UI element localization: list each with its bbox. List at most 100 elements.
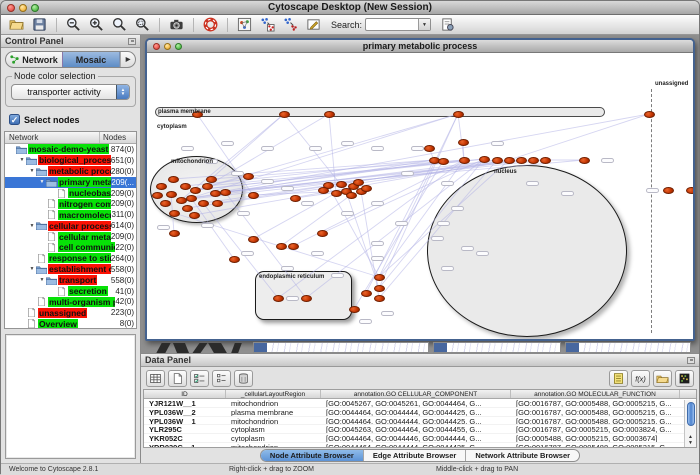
zoom-region-icon[interactable]: [108, 16, 131, 34]
network-node[interactable]: [212, 200, 223, 207]
create-network-icon[interactable]: [256, 16, 279, 34]
network-tree-row[interactable]: nitrogen compo209(0): [5, 198, 136, 209]
network-node[interactable]: [243, 173, 254, 180]
network-node[interactable]: [273, 295, 284, 302]
table-row[interactable]: YJR121W__1mitochondrion[GO:0045267, GO:0…: [144, 399, 696, 408]
network-node[interactable]: [176, 197, 187, 204]
network-node[interactable]: [644, 111, 655, 118]
float-panel-icon[interactable]: [128, 38, 136, 45]
network-tree-row[interactable]: macromolecule311(0): [5, 209, 136, 220]
select-nodes-checkbox[interactable]: ✓: [9, 114, 20, 125]
search-dropdown-arrow-icon[interactable]: ▼: [418, 19, 430, 30]
network-node[interactable]: [317, 230, 328, 237]
network-node[interactable]: [346, 192, 357, 199]
table-row[interactable]: YDR039C__1mitochondrion[GO:0044464, GO:0…: [144, 443, 696, 448]
function-fx-icon[interactable]: f(x): [631, 370, 650, 387]
table-row[interactable]: YPL036W__2plasma membrane[GO:0044464, GO…: [144, 408, 696, 417]
network-tree-row[interactable]: mosaic-demo-yeast874(0): [5, 144, 136, 155]
network-tree-row[interactable]: unassigned223(0): [5, 307, 136, 318]
help-lifebuoy-icon[interactable]: [199, 16, 222, 34]
network-node[interactable]: [186, 195, 197, 202]
network-tree-row[interactable]: secretion41(0): [5, 286, 136, 297]
network-tree-row[interactable]: ▼biological_process651(0): [5, 155, 136, 166]
new-attribute-icon[interactable]: [168, 370, 187, 387]
network-node[interactable]: [540, 157, 551, 164]
network-node[interactable]: [169, 230, 180, 237]
delete-attribute-trash-icon[interactable]: [234, 370, 253, 387]
network-node[interactable]: [276, 243, 287, 250]
network-tree-row[interactable]: response to stimulu264(0): [5, 253, 136, 264]
network-node[interactable]: [459, 157, 470, 164]
network-node[interactable]: [220, 189, 231, 196]
annotation-icon[interactable]: [302, 16, 325, 34]
network-node[interactable]: [152, 192, 163, 199]
expand-arrow-icon[interactable]: ▼: [28, 266, 36, 272]
network-tree-row[interactable]: Overview8(0): [5, 318, 136, 328]
network-tree-row[interactable]: cell communicat22(0): [5, 242, 136, 253]
network-node[interactable]: [248, 236, 259, 243]
network-node[interactable]: [516, 157, 527, 164]
scrollbar-arrows-icon[interactable]: ▲▼: [685, 434, 696, 446]
network-node[interactable]: [248, 192, 259, 199]
network-node[interactable]: [290, 195, 301, 202]
attribute-matrix-icon[interactable]: [675, 370, 694, 387]
notes-icon[interactable]: [609, 370, 628, 387]
search-input[interactable]: ▼: [365, 18, 431, 31]
save-session-icon[interactable]: [28, 16, 51, 34]
tab-mosaic[interactable]: Mosaic: [62, 52, 120, 67]
network-node[interactable]: [168, 176, 179, 183]
column-header-network[interactable]: Network: [5, 132, 99, 143]
zoom-out-icon[interactable]: [62, 16, 85, 34]
network-node[interactable]: [288, 243, 299, 250]
network-node[interactable]: [458, 139, 469, 146]
expand-arrow-icon[interactable]: ▼: [18, 157, 26, 163]
network-node[interactable]: [160, 200, 171, 207]
network-node[interactable]: [156, 183, 167, 190]
network-view-titlebar[interactable]: primary metabolic process: [147, 40, 693, 53]
import-folder-icon[interactable]: [653, 370, 672, 387]
tab-node-attribute-browser[interactable]: Node Attribute Browser: [261, 450, 364, 461]
network-node[interactable]: [374, 274, 385, 281]
expand-arrow-icon[interactable]: ▼: [28, 223, 36, 229]
search-options-icon[interactable]: [436, 16, 459, 34]
network-node[interactable]: [190, 187, 201, 194]
table-row[interactable]: YKR052Ccytoplasm[GO:0044464, GO:0044446,…: [144, 434, 696, 443]
snapshot-camera-icon[interactable]: [165, 16, 188, 34]
network-node[interactable]: [169, 210, 180, 217]
network-node[interactable]: [279, 111, 290, 118]
float-panel-icon[interactable]: [687, 357, 695, 364]
background-window-strip[interactable]: [565, 342, 691, 353]
tab-network-attribute-browser[interactable]: Network Attribute Browser: [466, 450, 579, 461]
zoom-fit-icon[interactable]: [131, 16, 154, 34]
network-node[interactable]: [324, 111, 335, 118]
tab-edge-attribute-browser[interactable]: Edge Attribute Browser: [364, 450, 466, 461]
zoom-in-icon[interactable]: [85, 16, 108, 34]
network-node[interactable]: [182, 205, 193, 212]
column-header[interactable]: _cellularLayoutRegion: [226, 390, 321, 398]
network-node[interactable]: [438, 158, 449, 165]
network-node[interactable]: [361, 185, 372, 192]
network-node[interactable]: [331, 190, 342, 197]
network-node[interactable]: [579, 157, 590, 164]
network-node[interactable]: [206, 176, 217, 183]
network-node[interactable]: [198, 200, 209, 207]
open-file-icon[interactable]: [5, 16, 28, 34]
network-node[interactable]: [210, 190, 221, 197]
table-row[interactable]: YPL036W__1mitochondrion[GO:0044464, GO:0…: [144, 417, 696, 426]
network-node[interactable]: [361, 290, 372, 297]
attribute-list-icon[interactable]: [212, 370, 231, 387]
network-node[interactable]: [336, 181, 347, 188]
network-node[interactable]: [180, 183, 191, 190]
network-node[interactable]: [424, 145, 435, 152]
network-node[interactable]: [229, 256, 240, 263]
column-header[interactable]: annotation.GO MOLECULAR_FUNCTION: [511, 390, 680, 398]
background-window-strip[interactable]: [433, 342, 561, 353]
network-node[interactable]: [353, 179, 364, 186]
tab-network[interactable]: Network: [6, 52, 62, 67]
network-node[interactable]: [686, 187, 694, 194]
window-titlebar[interactable]: Cytoscape Desktop (New Session): [1, 1, 699, 15]
network-node[interactable]: [453, 111, 464, 118]
expand-arrow-icon[interactable]: ▼: [38, 179, 46, 185]
tab-overflow-arrow-icon[interactable]: ▶: [120, 52, 135, 67]
grid-table-icon[interactable]: [146, 370, 165, 387]
